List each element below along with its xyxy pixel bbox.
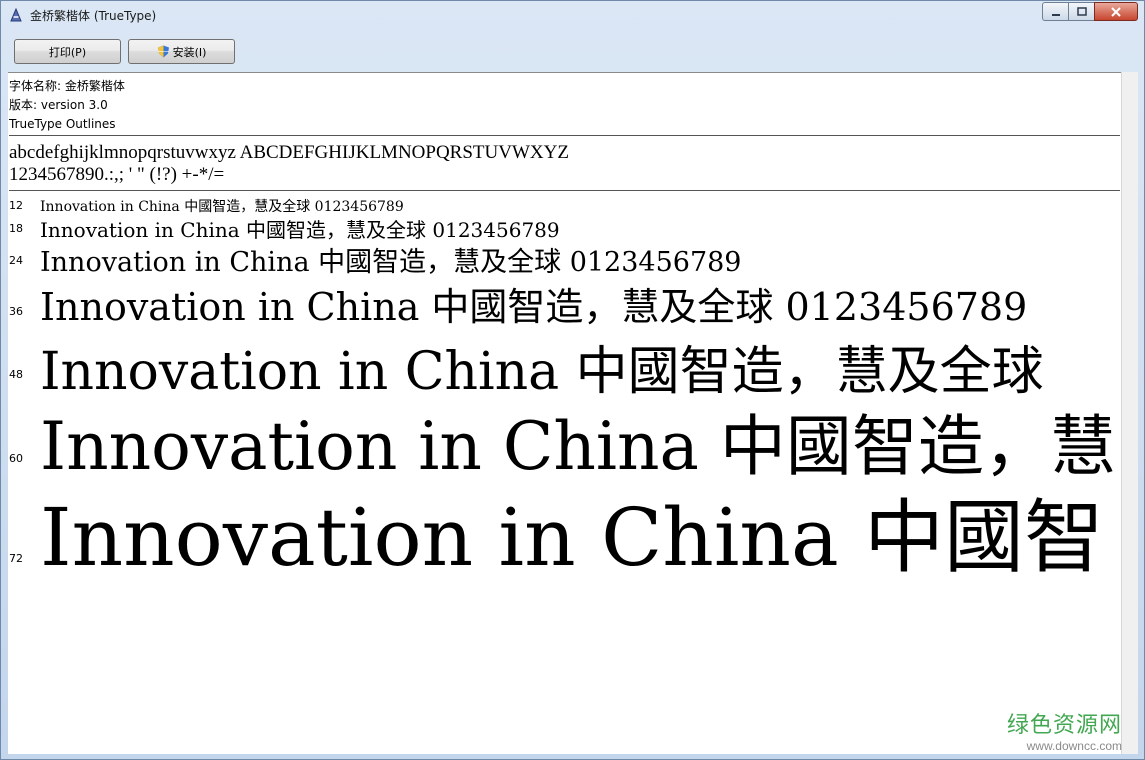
size-label: 12 [9, 199, 23, 212]
charset-letters: abcdefghijklmnopqrstuvwxyz ABCDEFGHIJKLM… [9, 142, 569, 163]
font-app-icon [10, 8, 22, 22]
size-label: 24 [9, 254, 23, 267]
print-button[interactable]: 打印(P) [14, 39, 121, 64]
maximize-button[interactable] [1068, 2, 1094, 21]
watermark-url: www.downcc.com [1026, 739, 1122, 753]
minimize-button[interactable] [1042, 2, 1068, 21]
minimize-icon [1051, 13, 1060, 16]
divider [9, 190, 1120, 191]
vertical-scrollbar[interactable] [1121, 72, 1138, 754]
size-label: 60 [9, 452, 23, 465]
font-name-line: 字体名称: 金桥繁楷体 [9, 79, 125, 93]
sample-text: Innovation in China 中國智造，慧及全球 0123456789 [40, 218, 560, 242]
maximize-icon [1076, 6, 1087, 16]
window-title: 金桥繁楷体 (TrueType) [30, 9, 157, 23]
install-button-label: 安装(I) [172, 45, 207, 59]
charset-sample: abcdefghijklmnopqrstuvwxyz ABCDEFGHIJKLM… [9, 142, 569, 186]
print-button-label: 打印(P) [48, 45, 87, 59]
caption-buttons [1042, 2, 1138, 22]
toolbar: 打印(P) 安装(I) [8, 31, 1137, 72]
font-info: 字体名称: 金桥繁楷体 版本: version 3.0 TrueType Out… [9, 77, 125, 134]
uac-shield-icon [157, 45, 169, 58]
sample-text: Innovation in China 中國智 [40, 491, 1105, 584]
sample-text: Innovation in China 中國智造，慧及全球 0123456789 [40, 247, 742, 278]
charset-symbols: 1234567890.:,; ' " (!?) +-*/= [9, 164, 225, 185]
size-label: 36 [9, 305, 23, 318]
sample-text: Innovation in China 中國智造，慧及全球 0123456789 [40, 199, 404, 215]
font-type-line: TrueType Outlines [9, 117, 116, 131]
close-button[interactable] [1094, 2, 1138, 21]
divider [9, 135, 1120, 136]
watermark: 绿色资源网 www.downcc.com [1007, 707, 1122, 753]
sample-text: Innovation in China 中國智造，慧及全球 0123456789 [40, 285, 1028, 329]
font-preview-pane: 字体名称: 金桥繁楷体 版本: version 3.0 TrueType Out… [8, 72, 1121, 754]
title-bar[interactable]: 金桥繁楷体 (TrueType) [1, 1, 1144, 30]
font-viewer-window: 金桥繁楷体 (TrueType) 打印(P) 安装(I) 字体名称: 金桥繁楷体… [0, 0, 1145, 760]
size-label: 48 [9, 368, 23, 381]
size-label: 72 [9, 552, 23, 565]
watermark-title: 绿色资源网 [1006, 713, 1122, 738]
font-version-line: 版本: version 3.0 [9, 98, 108, 112]
close-icon [1111, 6, 1121, 17]
size-label: 18 [9, 222, 23, 235]
install-button[interactable]: 安装(I) [128, 39, 235, 64]
